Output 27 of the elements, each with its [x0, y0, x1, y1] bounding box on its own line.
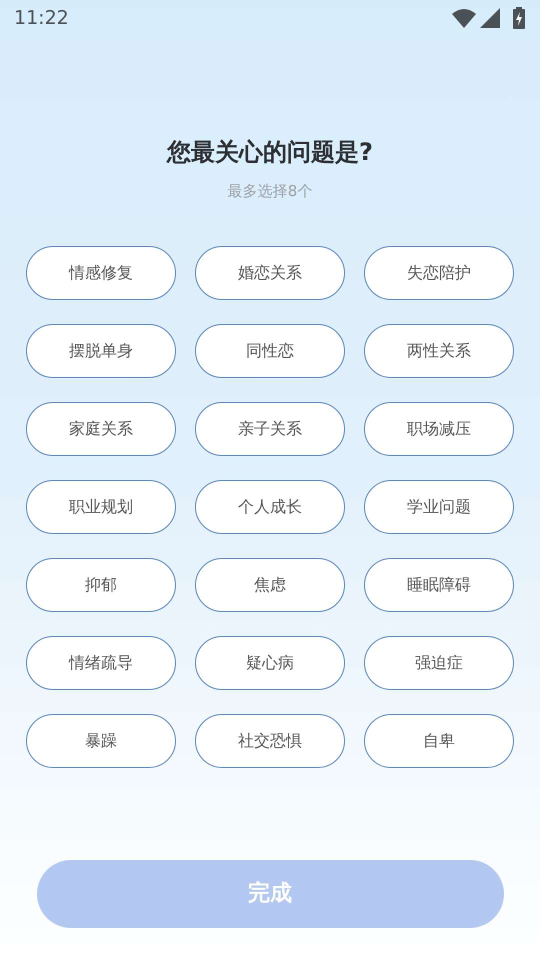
option-chip[interactable]: 同性恋 [195, 324, 345, 378]
option-chip[interactable]: 情绪疏导 [26, 636, 176, 690]
option-chip[interactable]: 睡眠障碍 [364, 558, 514, 612]
option-chip[interactable]: 亲子关系 [195, 402, 345, 456]
page-title: 您最关心的问题是? [165, 137, 374, 168]
option-chip[interactable]: 职业规划 [26, 480, 176, 534]
subtitle: 最多选择8个 [226, 181, 314, 202]
option-chip[interactable]: 婚恋关系 [195, 246, 345, 300]
option-chip[interactable]: 职场减压 [364, 402, 514, 456]
option-chip[interactable]: 情感修复 [26, 246, 176, 300]
option-chip[interactable]: 两性关系 [364, 324, 514, 378]
option-chip[interactable]: 疑心病 [195, 636, 345, 690]
wifi-icon [452, 8, 476, 28]
option-chip[interactable]: 摆脱单身 [26, 324, 176, 378]
signal-icon [480, 8, 500, 28]
option-chip[interactable]: 个人成长 [195, 480, 345, 534]
option-chip[interactable]: 失恋陪护 [364, 246, 514, 300]
option-chip[interactable]: 学业问题 [364, 480, 514, 534]
option-chip[interactable]: 家庭关系 [26, 402, 176, 456]
status-time: 11:22 [14, 6, 69, 31]
option-chip[interactable]: 社交恐惧 [195, 714, 345, 768]
option-chip[interactable]: 焦虑 [195, 558, 345, 612]
option-chip[interactable]: 强迫症 [364, 636, 514, 690]
option-chip[interactable]: 自卑 [364, 714, 514, 768]
option-chip[interactable]: 暴躁 [26, 714, 176, 768]
battery-charging-icon [512, 7, 526, 29]
option-chip[interactable]: 抑郁 [26, 558, 176, 612]
